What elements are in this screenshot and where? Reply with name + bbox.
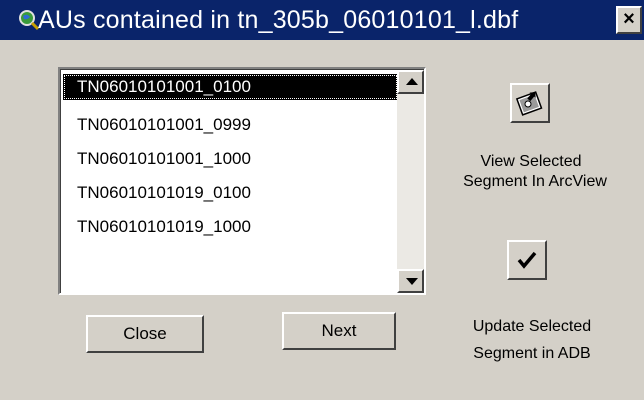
view-caption-line2: Segment In ArcView xyxy=(463,173,607,190)
map-locate-icon xyxy=(515,91,543,116)
list-items: TN06010101001_0100 TN06010101001_0999 TN… xyxy=(63,74,398,244)
vertical-scrollbar[interactable] xyxy=(397,70,424,293)
update-caption-line1: Update Selected xyxy=(472,318,592,335)
window-close-button[interactable]: × xyxy=(616,6,642,34)
title-bar: AUs contained in tn_305b_06010101_l.dbf … xyxy=(0,0,644,40)
arrow-down-icon xyxy=(406,278,418,285)
list-item[interactable]: TN06010101019_0100 xyxy=(63,176,398,210)
next-button[interactable]: Next xyxy=(282,312,396,350)
checkmark-icon xyxy=(517,251,537,269)
view-in-arcview-button[interactable] xyxy=(510,83,550,123)
update-in-adb-button[interactable] xyxy=(507,240,547,280)
au-listbox[interactable]: TN06010101001_0100 TN06010101001_0999 TN… xyxy=(58,67,426,295)
list-item[interactable]: TN06010101001_0100 xyxy=(63,74,398,100)
view-caption-line1: View Selected xyxy=(480,153,582,170)
arrow-up-icon xyxy=(406,78,418,85)
list-item[interactable]: TN06010101001_0999 xyxy=(63,108,398,142)
window-title: AUs contained in tn_305b_06010101_l.dbf xyxy=(38,6,519,34)
magnifier-globe-icon xyxy=(18,9,40,31)
listbox-frame: TN06010101001_0100 TN06010101001_0999 TN… xyxy=(60,69,424,293)
scroll-up-button[interactable] xyxy=(397,70,424,94)
update-caption-line2: Segment in ADB xyxy=(473,345,591,362)
list-item[interactable]: TN06010101019_1000 xyxy=(63,210,398,244)
close-button[interactable]: Close xyxy=(86,315,204,353)
scroll-down-button[interactable] xyxy=(397,269,424,293)
list-item[interactable]: TN06010101001_1000 xyxy=(63,142,398,176)
